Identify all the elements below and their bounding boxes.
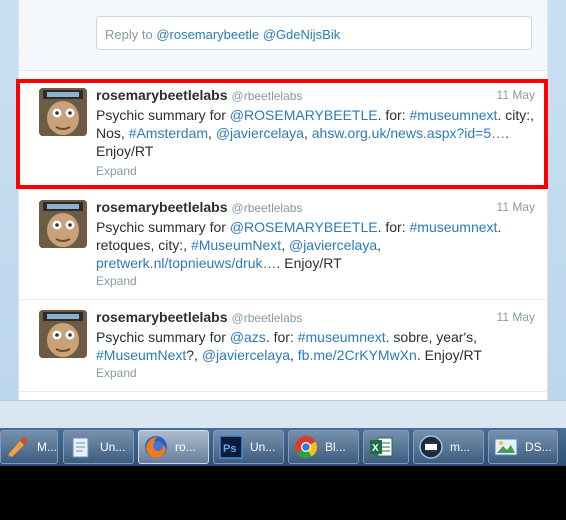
hashtag-link[interactable]: #MuseumNext bbox=[191, 237, 281, 253]
reply-mention-1: @rosemarybeetle bbox=[156, 27, 260, 42]
url-link[interactable]: fb.me/2CrKYMwXn bbox=[298, 347, 417, 363]
mention-link[interactable]: @javiercelaya bbox=[216, 125, 304, 141]
tweet-item[interactable]: rosemarybeetlelabs @rbeetlelabs 11 May Ps… bbox=[19, 190, 547, 300]
tweet-item[interactable]: rosemarybeetlelabs @rbeetlelabs 11 May Ps… bbox=[19, 300, 547, 392]
taskbar-label: DS... bbox=[525, 440, 552, 454]
url-link[interactable]: ahsw.org.uk/news.aspx?id=5… bbox=[312, 125, 505, 141]
taskbar-label: ro... bbox=[175, 440, 196, 454]
reply-input[interactable]: Reply to @rosemarybeetle @GdeNijsBik bbox=[96, 16, 532, 50]
chrome-icon bbox=[293, 434, 319, 460]
tweet-item[interactable]: rosemarybeetlelabs @rbeetlelabs 11 May Ps… bbox=[19, 78, 547, 190]
tweet-handle: @rbeetlelabs bbox=[231, 201, 303, 215]
mention-link[interactable]: @javiercelaya bbox=[289, 237, 377, 253]
taskbar-button-photoshop[interactable]: Ps Un... bbox=[213, 430, 284, 464]
taskbar-button-chrome[interactable]: Bl... bbox=[288, 430, 359, 464]
mention-link[interactable]: @ROSEMARYBEETLE bbox=[230, 107, 378, 123]
photo-viewer-icon bbox=[493, 434, 519, 460]
video-icon bbox=[418, 434, 444, 460]
expand-link[interactable]: Expand bbox=[96, 366, 137, 380]
mention-link[interactable]: @azs bbox=[230, 329, 266, 345]
taskbar-label: Bl... bbox=[325, 440, 346, 454]
tweet-username[interactable]: rosemarybeetlelabs @rbeetlelabs bbox=[96, 309, 302, 325]
tweet-username[interactable]: rosemarybeetlelabs @rbeetlelabs bbox=[96, 87, 302, 103]
hashtag-link[interactable]: #museumnext bbox=[410, 107, 498, 123]
reply-area: Reply to @rosemarybeetle @GdeNijsBik bbox=[19, 0, 547, 71]
taskbar-button-excel[interactable]: X bbox=[363, 430, 409, 464]
svg-text:X: X bbox=[372, 443, 379, 454]
excel-icon: X bbox=[368, 434, 394, 460]
notepad-icon bbox=[68, 434, 94, 460]
taskbar-button-paint[interactable]: M... bbox=[0, 430, 58, 464]
taskbar-label: Un... bbox=[250, 440, 276, 454]
tweet-timestamp[interactable]: 11 May bbox=[497, 200, 535, 214]
avatar[interactable] bbox=[39, 88, 87, 136]
hashtag-link[interactable]: #MuseumNext bbox=[96, 347, 186, 363]
expand-link[interactable]: Expand bbox=[96, 274, 137, 288]
tweet-text: Psychic summary for @ROSEMARYBEETLE. for… bbox=[96, 107, 534, 159]
paint-brush-icon bbox=[5, 434, 31, 460]
tweet-feed: Reply to @rosemarybeetle @GdeNijsBik ros… bbox=[18, 0, 548, 400]
reply-prefix: Reply to bbox=[105, 27, 157, 42]
taskbar-button-firefox[interactable]: ro... bbox=[138, 430, 209, 464]
mention-link[interactable]: @ROSEMARYBEETLE bbox=[230, 219, 378, 235]
reply-mention-2: @GdeNijsBik bbox=[262, 27, 341, 42]
taskbar-button-video[interactable]: m... bbox=[413, 430, 484, 464]
expand-link[interactable]: Expand bbox=[96, 164, 137, 178]
photoshop-icon: Ps bbox=[218, 434, 244, 460]
tweet-username[interactable]: rosemarybeetlelabs @rbeetlelabs bbox=[96, 199, 302, 215]
taskbar-button-notepad[interactable]: Un... bbox=[63, 430, 134, 464]
screen-bottom-black-area bbox=[0, 466, 566, 520]
firefox-icon bbox=[143, 434, 169, 460]
avatar[interactable] bbox=[39, 310, 87, 358]
hashtag-link[interactable]: #Amsterdam bbox=[129, 125, 208, 141]
taskbar-label: M... bbox=[37, 440, 57, 454]
url-link[interactable]: pretwerk.nl/topnieuws/druk… bbox=[96, 255, 277, 271]
windows-taskbar: M... Un... ro... Ps Un... Bl... X m... D… bbox=[0, 428, 566, 466]
tweet-timestamp[interactable]: 11 May bbox=[497, 88, 535, 102]
tweet-text: Psychic summary for @azs. for: #museumne… bbox=[96, 329, 482, 363]
tweet-text: Psychic summary for @ROSEMARYBEETLE. for… bbox=[96, 219, 502, 271]
tweet-handle: @rbeetlelabs bbox=[231, 89, 303, 103]
taskbar-label: m... bbox=[450, 440, 470, 454]
hashtag-link[interactable]: #museumnext bbox=[298, 329, 386, 345]
svg-text:Ps: Ps bbox=[223, 443, 236, 455]
hashtag-link[interactable]: #museumnext bbox=[410, 219, 498, 235]
mention-link[interactable]: @javiercelaya bbox=[202, 347, 290, 363]
window-bottom-edge bbox=[0, 400, 566, 429]
taskbar-label: Un... bbox=[100, 440, 126, 454]
tweet-handle: @rbeetlelabs bbox=[231, 311, 303, 325]
taskbar-button-photo-viewer[interactable]: DS... bbox=[488, 430, 558, 464]
avatar[interactable] bbox=[39, 200, 87, 248]
tweet-timestamp[interactable]: 11 May bbox=[497, 310, 535, 324]
